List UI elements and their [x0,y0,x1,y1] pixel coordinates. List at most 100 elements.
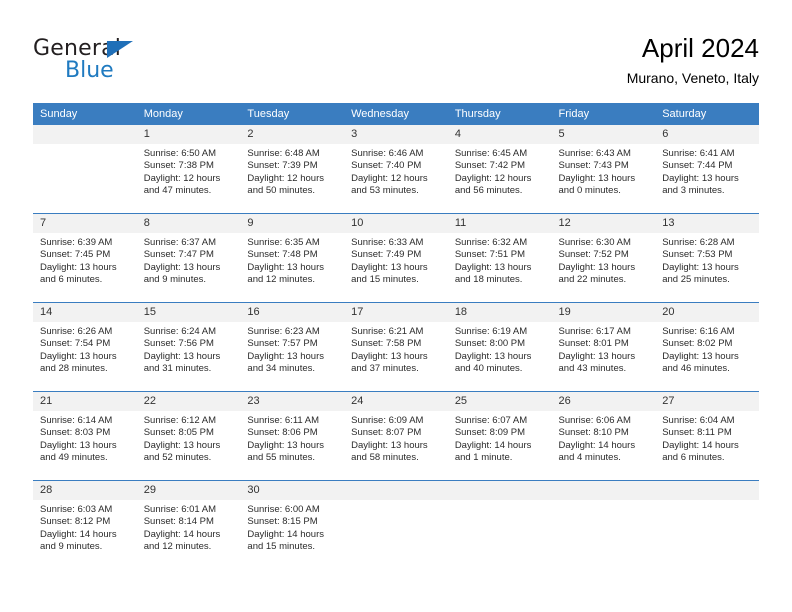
calendar-day-cell[interactable]: 3 Sunrise: 6:46 AM Sunset: 7:40 PM Daylight… [344,125,448,214]
calendar-day-cell[interactable]: 17 Sunrise: 6:21 AM Sunset: 7:58 PM Dayligh… [344,302,448,392]
daylight-duration-line1: Daylight: 13 hours [351,439,428,451]
calendar-day-cell[interactable]: 6 Sunrise: 6:41 AM Sunset: 7:44 PM Daylight… [655,125,759,214]
calendar-day-cell[interactable]: 15 Sunrise: 6:24 AM Sunset: 7:56 PM Dayligh… [136,302,241,392]
weekday-header-monday: Monday [136,103,241,125]
day-number: 23 [240,392,345,411]
sunset-time: Sunset: 7:49 PM [351,249,422,261]
daylight-duration-line1: Daylight: 13 hours [40,261,117,273]
daylight-duration-line2: and 6 minutes. [662,451,725,463]
daylight-duration-line2: and 25 minutes. [662,273,730,285]
day-number: 20 [655,303,759,322]
calendar-day-cell[interactable]: 8 Sunrise: 6:37 AM Sunset: 7:47 PM Daylight… [136,213,241,303]
daylight-duration-line2: and 40 minutes. [454,362,523,374]
calendar-day-cell-empty [344,480,448,569]
day-number [551,481,656,500]
sunrise-time: Sunrise: 6:03 AM [40,504,113,515]
calendar-day-cell[interactable]: 22 Sunrise: 6:12 AM Sunset: 8:05 PM Dayligh… [136,391,241,481]
sunrise-time: Sunrise: 6:48 AM [247,148,320,159]
sunrise-time: Sunrise: 6:50 AM [143,148,217,159]
sunrise-time: Sunrise: 6:32 AM [454,237,528,248]
daylight-duration-line1: Daylight: 14 hours [247,528,324,540]
calendar-day-cell[interactable]: 5 Sunrise: 6:43 AM Sunset: 7:43 PM Daylight… [551,125,656,214]
day-number: 11 [447,214,552,233]
calendar-day-cell[interactable]: 25 Sunrise: 6:07 AM Sunset: 8:09 PM Dayligh… [447,391,552,481]
general-blue-logo[interactable]: General Blue [33,36,253,92]
sunset-time: Sunset: 8:02 PM [662,338,733,350]
sunrise-time: Sunrise: 6:07 AM [454,415,528,426]
calendar-day-cell[interactable]: 9 Sunrise: 6:35 AM Sunset: 7:48 PM Daylight… [240,213,345,303]
sunset-time: Sunset: 7:48 PM [247,249,318,261]
daylight-duration-line2: and 3 minutes. [662,184,725,196]
day-number [447,481,552,500]
calendar-day-cell[interactable]: 2 Sunrise: 6:48 AM Sunset: 7:39 PM Daylight… [240,125,345,214]
day-number: 9 [240,214,345,233]
sunrise-time: Sunrise: 6:01 AM [143,504,217,515]
daylight-duration-line2: and 50 minutes. [247,184,316,196]
day-number [344,481,448,500]
calendar-day-cell[interactable]: 24 Sunrise: 6:09 AM Sunset: 8:07 PM Dayligh… [344,391,448,481]
daylight-duration-line1: Daylight: 12 hours [454,172,532,184]
calendar-body: 1 Sunrise: 6:50 AM Sunset: 7:38 PM Daylight… [33,125,759,569]
day-number: 3 [344,125,448,144]
logo-triangle-icon [107,41,133,58]
day-details: Sunrise: 6:11 AM Sunset: 8:06 PM Daylight:… [240,411,344,464]
sunrise-time: Sunrise: 6:21 AM [351,326,424,337]
sunrise-time: Sunrise: 6:09 AM [351,415,424,426]
calendar-day-cell[interactable]: 30 Sunrise: 6:00 AM Sunset: 8:15 PM Dayligh… [240,480,345,569]
calendar-day-cell[interactable]: 26 Sunrise: 6:06 AM Sunset: 8:10 PM Dayligh… [551,391,656,481]
calendar-day-cell[interactable]: 12 Sunrise: 6:30 AM Sunset: 7:52 PM Dayligh… [551,213,656,303]
sunrise-time: Sunrise: 6:43 AM [558,148,631,159]
day-number: 2 [240,125,345,144]
daylight-duration-line1: Daylight: 13 hours [454,261,532,273]
daylight-duration-line1: Daylight: 14 hours [143,528,221,540]
sunrise-time: Sunrise: 6:26 AM [40,326,113,337]
day-number: 5 [551,125,656,144]
sunset-time: Sunset: 7:39 PM [247,160,318,172]
day-number: 15 [136,303,241,322]
day-details: Sunrise: 6:26 AM Sunset: 7:54 PM Daylight:… [33,322,137,375]
weekday-header-tuesday: Tuesday [240,103,345,125]
calendar-day-cell[interactable]: 10 Sunrise: 6:33 AM Sunset: 7:49 PM Dayligh… [344,213,448,303]
sunrise-time: Sunrise: 6:33 AM [351,237,424,248]
sunset-time: Sunset: 7:52 PM [558,249,629,261]
sunset-time: Sunset: 7:51 PM [454,249,526,261]
sunrise-time: Sunrise: 6:46 AM [351,148,424,159]
calendar-day-cell[interactable]: 21 Sunrise: 6:14 AM Sunset: 8:03 PM Dayligh… [33,391,137,481]
daylight-duration-line1: Daylight: 13 hours [40,350,117,362]
calendar-day-cell[interactable]: 7 Sunrise: 6:39 AM Sunset: 7:45 PM Daylight… [33,213,137,303]
day-details: Sunrise: 6:35 AM Sunset: 7:48 PM Daylight:… [240,233,344,286]
calendar-day-cell[interactable]: 23 Sunrise: 6:11 AM Sunset: 8:06 PM Dayligh… [240,391,345,481]
calendar-day-cell[interactable]: 1 Sunrise: 6:50 AM Sunset: 7:38 PM Daylight… [136,125,241,214]
calendar-day-cell[interactable]: 13 Sunrise: 6:28 AM Sunset: 7:53 PM Dayligh… [655,213,759,303]
sunset-time: Sunset: 8:15 PM [247,516,318,528]
calendar-week-row: 1 Sunrise: 6:50 AM Sunset: 7:38 PM Daylight… [33,125,759,214]
calendar-day-cell[interactable]: 4 Sunrise: 6:45 AM Sunset: 7:42 PM Daylight… [447,125,552,214]
calendar-day-cell[interactable]: 29 Sunrise: 6:01 AM Sunset: 8:14 PM Dayligh… [136,480,241,569]
calendar-day-cell[interactable]: 16 Sunrise: 6:23 AM Sunset: 7:57 PM Dayligh… [240,302,345,392]
calendar-day-cell-empty [655,480,759,569]
daylight-duration-line2: and 12 minutes. [247,273,316,285]
sunrise-time: Sunrise: 6:45 AM [454,148,528,159]
calendar-day-cell[interactable]: 27 Sunrise: 6:04 AM Sunset: 8:11 PM Dayligh… [655,391,759,481]
calendar-day-cell[interactable]: 19 Sunrise: 6:17 AM Sunset: 8:01 PM Dayligh… [551,302,656,392]
calendar-day-cell[interactable]: 18 Sunrise: 6:19 AM Sunset: 8:00 PM Dayligh… [447,302,552,392]
calendar-day-cell[interactable]: 14 Sunrise: 6:26 AM Sunset: 7:54 PM Dayligh… [33,302,137,392]
calendar-day-cell[interactable]: 28 Sunrise: 6:03 AM Sunset: 8:12 PM Dayligh… [33,480,137,569]
sunrise-time: Sunrise: 6:06 AM [558,415,631,426]
calendar-week-row: 14 Sunrise: 6:26 AM Sunset: 7:54 PM Dayligh… [33,302,759,392]
daylight-duration-line2: and 6 minutes. [40,273,103,285]
calendar-day-cell[interactable]: 11 Sunrise: 6:32 AM Sunset: 7:51 PM Dayligh… [447,213,552,303]
day-number: 1 [136,125,241,144]
sunset-time: Sunset: 8:12 PM [40,516,111,528]
day-number: 26 [551,392,656,411]
sunset-time: Sunset: 7:43 PM [558,160,629,172]
sunset-time: Sunset: 8:11 PM [662,427,732,439]
day-details: Sunrise: 6:19 AM Sunset: 8:00 PM Daylight:… [448,322,552,375]
page-header: General Blue April 2024 Murano, Veneto, … [33,32,759,94]
calendar-day-cell[interactable]: 20 Sunrise: 6:16 AM Sunset: 8:02 PM Dayligh… [655,302,759,392]
day-number: 17 [344,303,448,322]
sunset-time: Sunset: 8:10 PM [558,427,629,439]
day-details: Sunrise: 6:48 AM Sunset: 7:39 PM Daylight:… [240,144,344,197]
day-number: 12 [551,214,656,233]
day-number: 10 [344,214,448,233]
